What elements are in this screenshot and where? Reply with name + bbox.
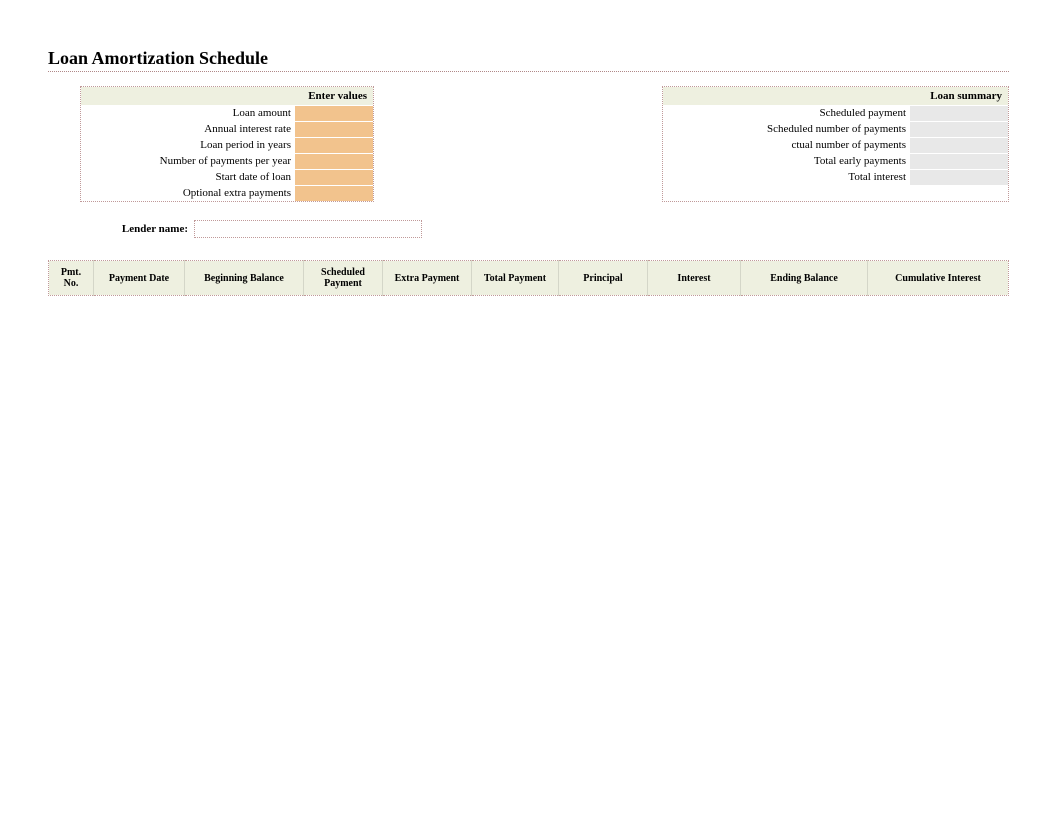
summary-label: ctual number of payments — [663, 137, 910, 153]
input-row-extra-payments: Optional extra payments — [81, 185, 373, 201]
col-extra-payment: Extra Payment — [383, 261, 472, 296]
title-underline — [48, 71, 1009, 72]
input-row-start-date: Start date of loan — [81, 169, 373, 185]
input-label: Loan period in years — [81, 137, 295, 153]
summary-label: Total interest — [663, 169, 910, 185]
col-payment-date: Payment Date — [94, 261, 185, 296]
table-header-row: Pmt. No. Payment Date Beginning Balance … — [49, 261, 1009, 296]
input-annual-rate[interactable] — [295, 121, 373, 137]
input-loan-period[interactable] — [295, 137, 373, 153]
col-interest: Interest — [648, 261, 741, 296]
summary-label: Scheduled number of payments — [663, 121, 910, 137]
input-row-payments-per-year: Number of payments per year — [81, 153, 373, 169]
summary-early-payments — [910, 153, 1008, 169]
input-row-loan-amount: Loan amount — [81, 105, 373, 121]
col-cumulative-interest: Cumulative Interest — [868, 261, 1009, 296]
lender-label: Lender name: — [80, 223, 194, 235]
col-ending-balance: Ending Balance — [741, 261, 868, 296]
col-beginning-balance: Beginning Balance — [185, 261, 304, 296]
summary-scheduled-num — [910, 121, 1008, 137]
loan-summary-panel: Loan summary Scheduled payment Scheduled… — [662, 86, 1009, 202]
summary-label: Scheduled payment — [663, 105, 910, 121]
amortization-table: Pmt. No. Payment Date Beginning Balance … — [48, 260, 1009, 296]
summary-row-scheduled-payment: Scheduled payment — [663, 105, 1008, 121]
col-total-payment: Total Payment — [472, 261, 559, 296]
lender-row: Lender name: — [80, 220, 1009, 238]
input-label: Start date of loan — [81, 169, 295, 185]
summary-row-scheduled-num: Scheduled number of payments — [663, 121, 1008, 137]
input-loan-amount[interactable] — [295, 105, 373, 121]
col-scheduled-payment: Scheduled Payment — [304, 261, 383, 296]
summary-label: Total early payments — [663, 153, 910, 169]
loan-summary-header: Loan summary — [663, 87, 1008, 105]
input-label: Loan amount — [81, 105, 295, 121]
input-payments-per-year[interactable] — [295, 153, 373, 169]
summary-scheduled-payment — [910, 105, 1008, 121]
input-start-date[interactable] — [295, 169, 373, 185]
input-row-loan-period: Loan period in years — [81, 137, 373, 153]
input-label: Number of payments per year — [81, 153, 295, 169]
input-label: Optional extra payments — [81, 185, 295, 201]
summary-row-actual-num: ctual number of payments — [663, 137, 1008, 153]
summary-total-interest — [910, 169, 1008, 185]
col-pmt-no: Pmt. No. — [49, 261, 94, 296]
enter-values-header: Enter values — [81, 87, 373, 105]
input-label: Annual interest rate — [81, 121, 295, 137]
page-title: Loan Amortization Schedule — [48, 48, 1009, 69]
summary-actual-num — [910, 137, 1008, 153]
enter-values-panel: Enter values Loan amount Annual interest… — [80, 86, 374, 202]
top-panels: Enter values Loan amount Annual interest… — [48, 86, 1009, 202]
input-extra-payments[interactable] — [295, 185, 373, 201]
input-row-annual-rate: Annual interest rate — [81, 121, 373, 137]
col-principal: Principal — [559, 261, 648, 296]
summary-row-total-interest: Total interest — [663, 169, 1008, 185]
summary-row-early-payments: Total early payments — [663, 153, 1008, 169]
lender-input[interactable] — [194, 220, 422, 238]
